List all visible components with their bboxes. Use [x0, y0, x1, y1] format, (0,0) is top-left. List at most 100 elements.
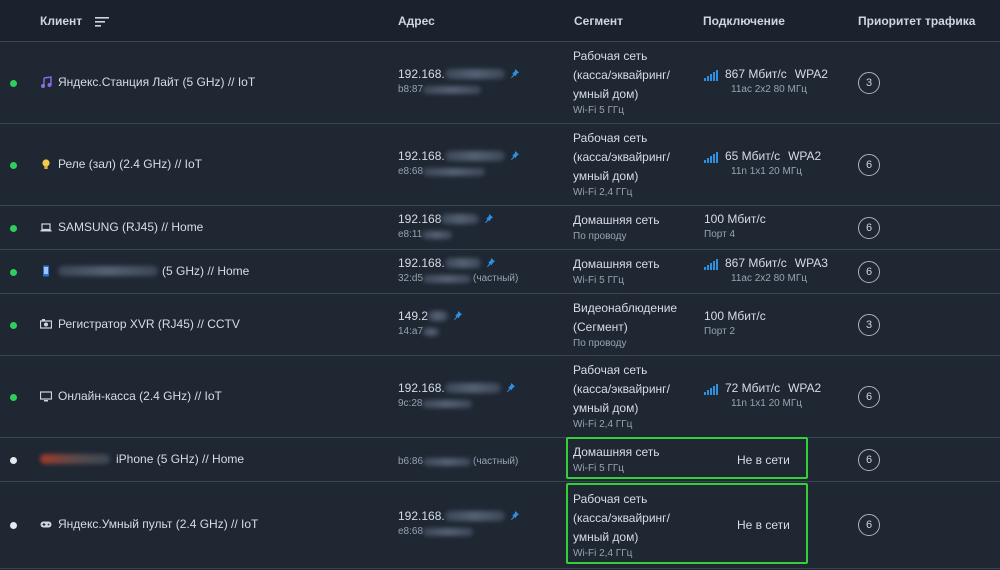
- status-dot-offline: [10, 456, 17, 464]
- priority-badge[interactable]: 6: [858, 385, 880, 408]
- priority-badge[interactable]: 6: [858, 448, 880, 471]
- table-row[interactable]: Регистратор XVR (RJ45) // CCTV 149.2 14:a7…: [0, 294, 1000, 356]
- client-name: iPhone (5 GHz) // Home: [116, 451, 245, 466]
- signal-strength-icon: [704, 258, 718, 270]
- mac-prefix: b8:87: [398, 84, 424, 95]
- client-cell[interactable]: Онлайн-касса (2.4 GHz) // IoT: [40, 389, 222, 403]
- column-address[interactable]: Адрес: [398, 14, 435, 28]
- sort-icon[interactable]: [95, 16, 110, 30]
- column-connection[interactable]: Подключение: [703, 14, 785, 28]
- clients-table: Клиент Адрес Сегмент Подключение Приорит…: [0, 0, 1000, 570]
- ip-prefix: 192.168.: [398, 256, 445, 270]
- mac-address: e8:68: [398, 166, 519, 177]
- segment-line: (Сегмент): [573, 320, 628, 334]
- client-cell[interactable]: iPhone (5 GHz) // Home: [40, 452, 244, 466]
- redacted-ip: [428, 311, 449, 321]
- monitor-icon: [40, 390, 52, 402]
- segment-cell: Домашняя сеть По проводу: [573, 211, 659, 244]
- table-row[interactable]: Яндекс.Умный пульт (2.4 GHz) // IoT 192.1…: [0, 482, 1000, 569]
- address-cell: 192.168. e8:68: [398, 149, 519, 177]
- table-row[interactable]: Яндекс.Станция Лайт (5 GHz) // IoT 192.16…: [0, 42, 1000, 124]
- link-speed: 867 Мбит/с: [725, 255, 787, 270]
- pin-icon[interactable]: [510, 67, 519, 81]
- priority-badge[interactable]: 6: [858, 216, 880, 239]
- priority-badge[interactable]: 6: [858, 514, 880, 536]
- table-row[interactable]: Онлайн-касса (2.4 GHz) // IoT 192.168. 9c:…: [0, 356, 1000, 438]
- connection-cell: 65 Мбит/с WPA2 11n 1x1 20 МГц: [704, 149, 821, 177]
- table-row[interactable]: iPhone (5 GHz) // Home b6:86 (частный) Дома…: [0, 437, 1000, 482]
- mac-address: 32:d5 (частный): [398, 273, 518, 284]
- segment-line: Рабочая сеть: [573, 363, 648, 377]
- ip-prefix: 192.168: [398, 212, 442, 226]
- connection-details: 11ac 2x2 80 МГц: [731, 83, 807, 95]
- ip-prefix: 192.168.: [398, 381, 445, 395]
- connection-details: Порт 2: [704, 325, 736, 337]
- ip-address: 192.168.: [398, 509, 519, 523]
- priority-badge[interactable]: 3: [858, 313, 880, 336]
- priority-badge[interactable]: 6: [858, 153, 880, 176]
- client-cell[interactable]: Реле (зал) (2.4 GHz) // IoT: [40, 157, 202, 171]
- address-cell: b6:86 (частный): [398, 453, 518, 467]
- pin-icon[interactable]: [486, 256, 495, 270]
- segment-line: (касса/эквайринг/: [573, 382, 670, 396]
- connection-details: 11ac 2x2 80 МГц: [731, 272, 807, 284]
- link-speed: 100 Мбит/с: [704, 308, 766, 323]
- connection-cell: 100 Мбит/с Порт 2: [704, 309, 766, 337]
- client-cell[interactable]: Яндекс.Умный пульт (2.4 GHz) // IoT: [40, 517, 258, 531]
- segment-cell: Рабочая сеть (касса/эквайринг/умный дом) W…: [573, 129, 670, 200]
- mac-address: b8:87: [398, 84, 519, 95]
- pin-icon[interactable]: [510, 509, 519, 523]
- client-cell[interactable]: Яндекс.Станция Лайт (5 GHz) // IoT: [40, 75, 255, 89]
- phone-icon: [40, 265, 52, 277]
- column-client[interactable]: Клиент: [40, 14, 110, 30]
- mac-prefix: 9c:28: [398, 398, 423, 409]
- ip-address: 192.168.: [398, 256, 518, 270]
- table-header: Клиент Адрес Сегмент Подключение Приорит…: [0, 0, 1000, 42]
- ip-prefix: 192.168.: [398, 509, 445, 523]
- priority-badge[interactable]: 3: [858, 71, 880, 94]
- segment-band: Wi-Fi 5 ГГц: [573, 105, 624, 116]
- highlight-box: [566, 483, 808, 564]
- table-row[interactable]: (5 GHz) // Home 192.168. 32:d5 (частный) Дом…: [0, 250, 1000, 294]
- connection-details: Порт 4: [704, 228, 736, 240]
- client-cell[interactable]: Регистратор XVR (RJ45) // CCTV: [40, 317, 240, 331]
- address-cell: 192.168 e8:11: [398, 212, 494, 240]
- client-name: Яндекс.Умный пульт (2.4 GHz) // IoT: [58, 517, 259, 531]
- address-cell: 192.168. 32:d5 (частный): [398, 256, 518, 284]
- client-name: Регистратор XVR (RJ45) // CCTV: [58, 316, 240, 331]
- pin-icon[interactable]: [506, 381, 515, 395]
- client-cell[interactable]: (5 GHz) // Home: [40, 264, 249, 278]
- redacted-mac: [422, 230, 453, 239]
- segment-line: Рабочая сеть: [573, 49, 648, 63]
- segment-band: Wi-Fi 2,4 ГГц: [573, 419, 633, 430]
- mac-prefix: e8:11: [398, 229, 423, 240]
- redacted-ip: [444, 511, 505, 521]
- mac-prefix: 32:d5: [398, 273, 424, 284]
- ip-prefix: 149.2: [398, 309, 429, 323]
- avatar-icon: [40, 453, 110, 464]
- pin-icon[interactable]: [510, 149, 519, 163]
- redacted-mac: [422, 399, 473, 408]
- client-name: Яндекс.Станция Лайт (5 GHz) // IoT: [58, 74, 256, 89]
- redacted-mac: [423, 457, 472, 466]
- priority-badge[interactable]: 6: [858, 260, 880, 283]
- link-speed: 72 Мбит/с: [725, 380, 781, 395]
- client-name: SAMSUNG (RJ45) // Home: [58, 219, 204, 234]
- table-row[interactable]: Реле (зал) (2.4 GHz) // IoT 192.168. e8:68…: [0, 124, 1000, 206]
- redacted-name: [58, 265, 158, 276]
- pin-icon[interactable]: [484, 212, 494, 226]
- pin-icon[interactable]: [453, 309, 463, 323]
- redacted-mac: [423, 327, 440, 336]
- column-segment[interactable]: Сегмент: [574, 14, 623, 28]
- mac-address: b6:86 (частный): [398, 456, 518, 467]
- segment-cell: Видеонаблюдение (Сегмент) По проводу: [573, 299, 677, 351]
- laptop-icon: [40, 221, 52, 233]
- status-dot-online: [10, 268, 17, 276]
- segment-line: (касса/эквайринг/: [573, 150, 670, 164]
- column-priority[interactable]: Приоритет трафика: [858, 14, 975, 28]
- status-dot-offline: [10, 522, 17, 529]
- table-row[interactable]: SAMSUNG (RJ45) // Home 192.168 e8:11 Домашн…: [0, 206, 1000, 250]
- ip-address: 149.2: [398, 309, 463, 323]
- address-cell: 149.2 14:a7: [398, 309, 463, 337]
- client-cell[interactable]: SAMSUNG (RJ45) // Home: [40, 220, 203, 234]
